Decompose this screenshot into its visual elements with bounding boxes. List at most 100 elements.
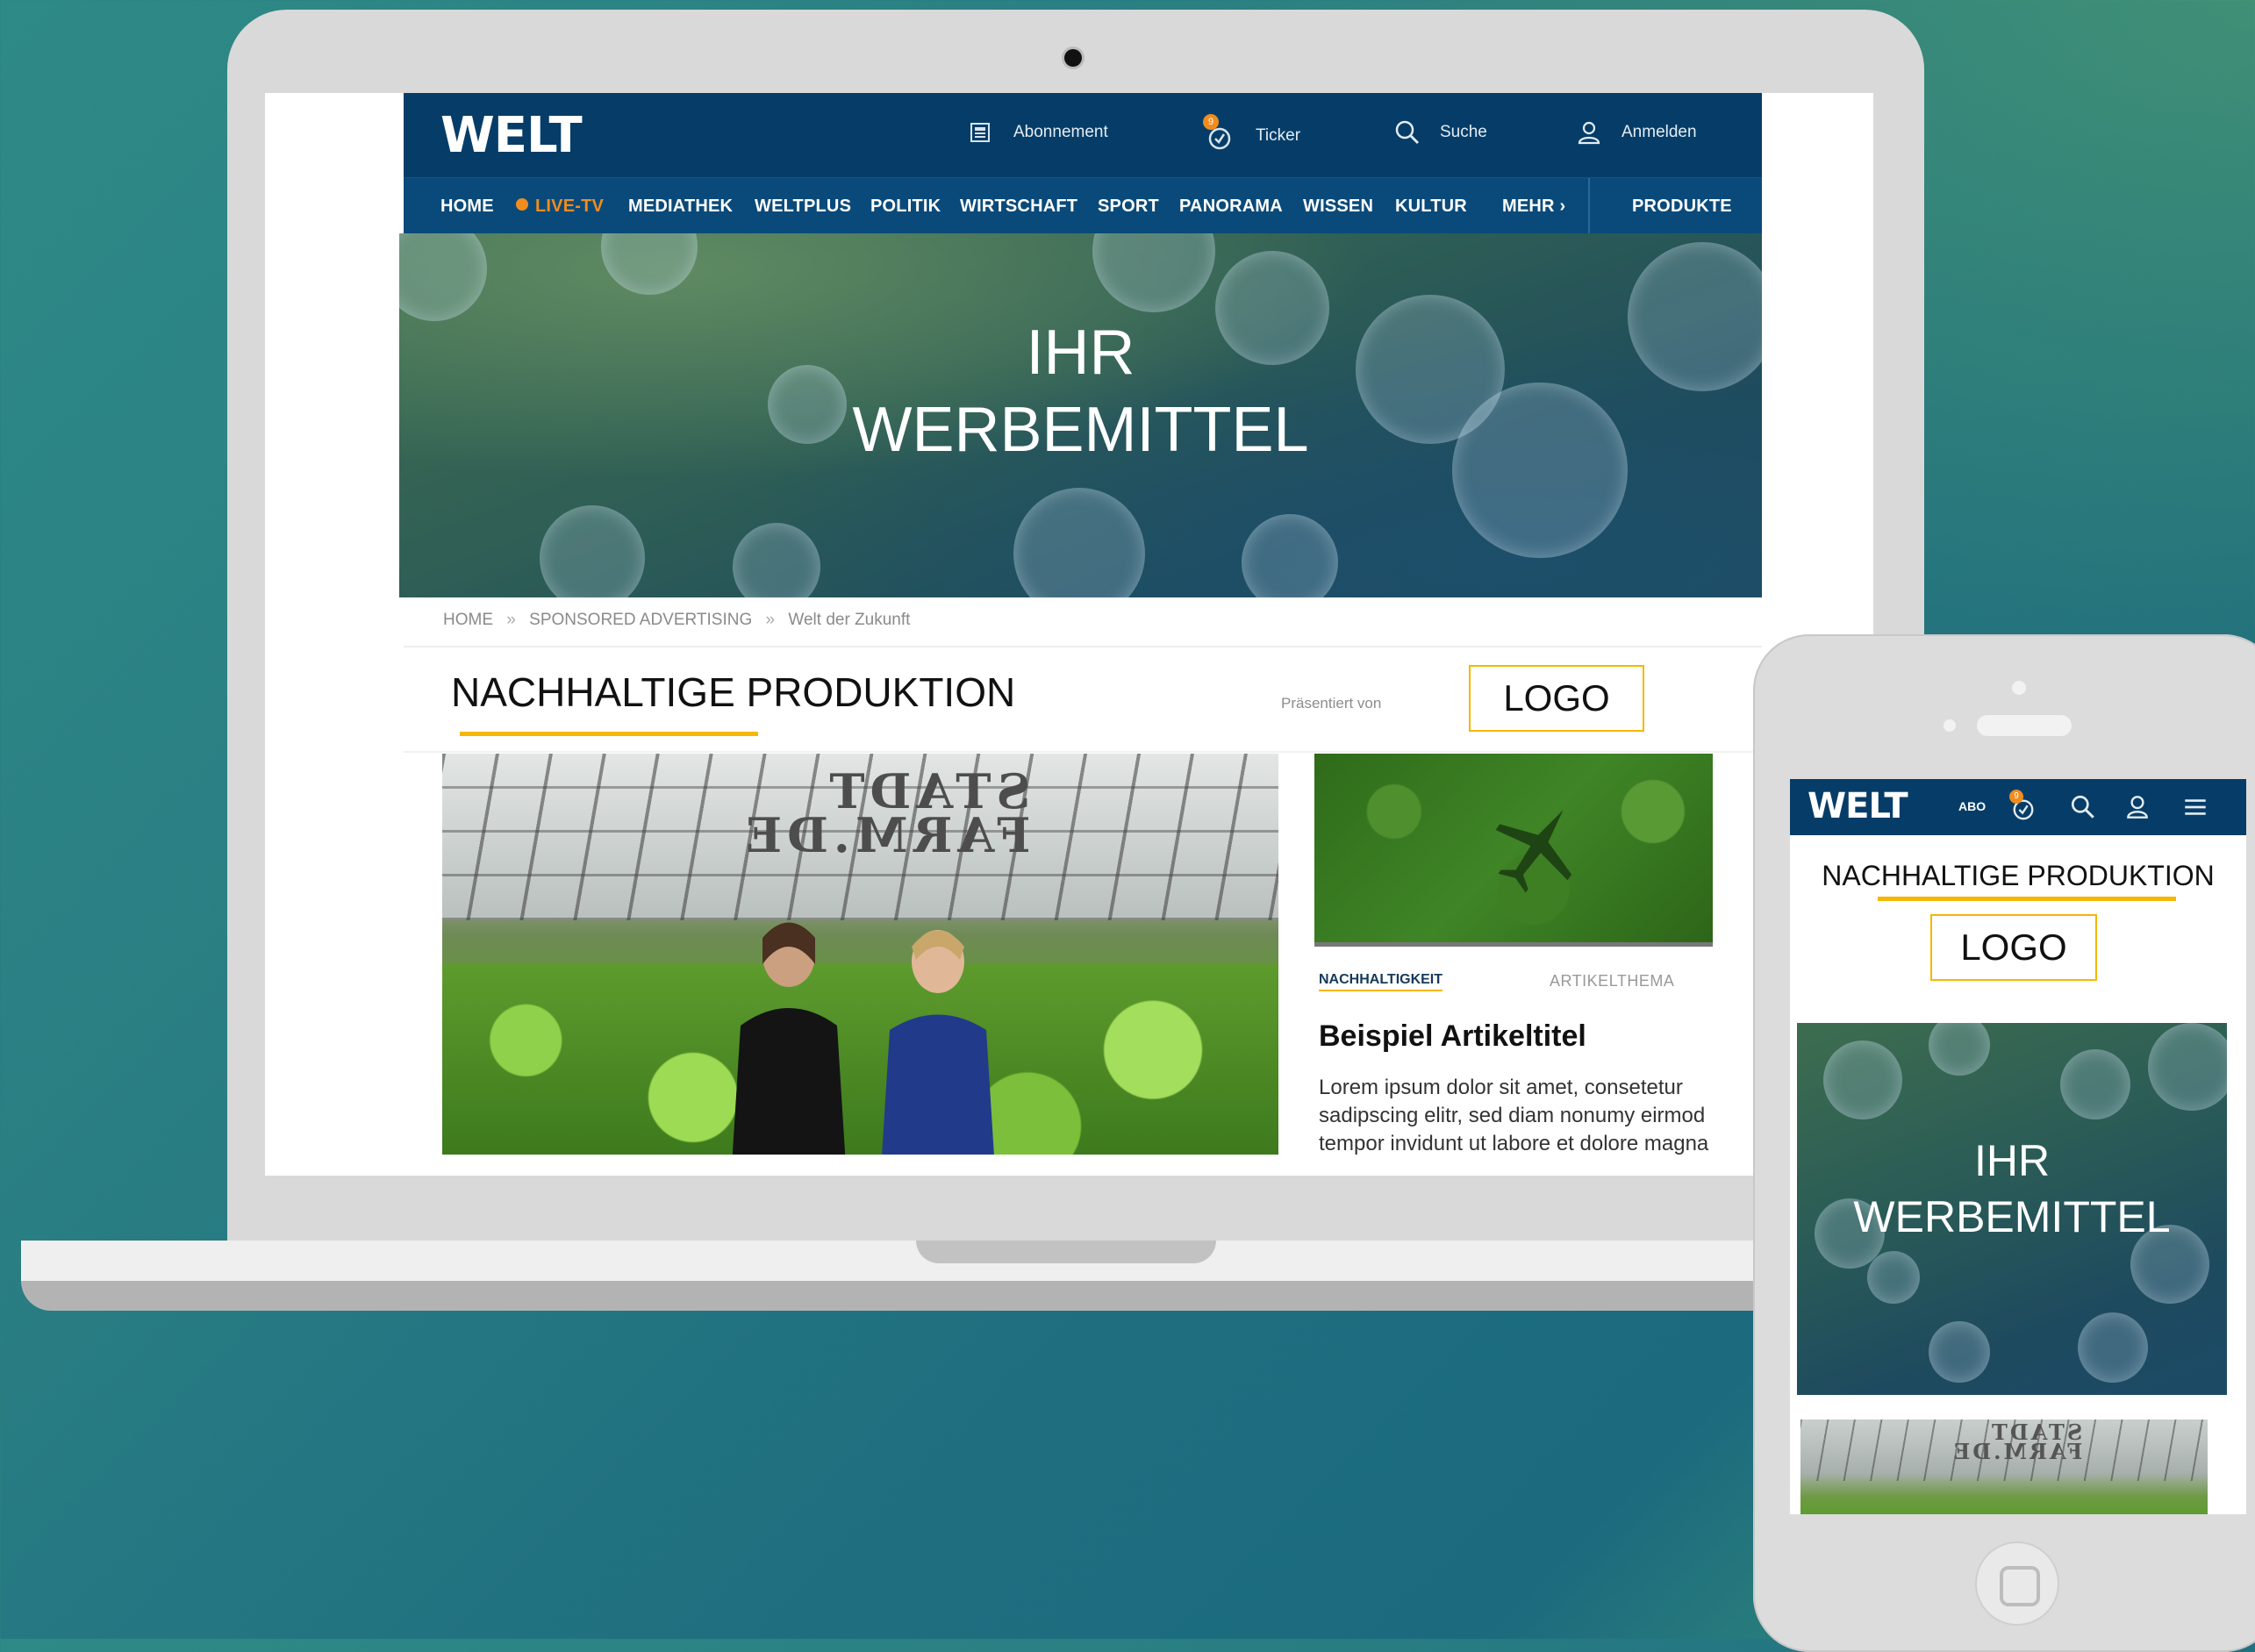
nav-sport[interactable]: SPORT (1098, 197, 1159, 217)
bokeh-circle (1092, 233, 1215, 312)
section-title: NACHHALTIGE PRODUKTION (451, 669, 1016, 715)
home-square-icon (2000, 1566, 2040, 1606)
user-icon[interactable] (2123, 793, 2151, 821)
lettuce-plants (442, 964, 1278, 1155)
menu-icon[interactable] (2181, 793, 2209, 821)
phone-sensor (2012, 681, 2026, 695)
bokeh-circle (601, 233, 698, 295)
nav-live-tv[interactable]: LIVE-TV (516, 197, 604, 217)
ticker-button-mobile[interactable]: 9 (2008, 790, 2039, 823)
hero-headline: IHR WERBEMITTEL (399, 314, 1762, 468)
ticker-badge-mobile: 9 (2009, 790, 2023, 804)
newspaper-icon (970, 123, 990, 142)
bokeh-circle (1823, 1041, 1902, 1119)
laptop-base-shadow (21, 1281, 1811, 1311)
presented-by-label: Präsentiert von (1281, 695, 1382, 712)
bokeh-circle (2078, 1312, 2148, 1383)
bokeh-circle (399, 233, 487, 321)
mobile-article-image[interactable]: STADT FARM.DE (1800, 1420, 2208, 1514)
phone-home-button[interactable] (1975, 1541, 2059, 1626)
mobile-section-underline (1878, 897, 2176, 901)
mobile-hero-banner[interactable]: IHR WERBEMITTEL (1797, 1023, 2227, 1395)
welt-logo[interactable]: WELT (440, 107, 583, 164)
nav-mediathek[interactable]: MEDIATHEK (628, 197, 733, 217)
hero-banner[interactable]: IHR WERBEMITTEL (399, 233, 1762, 597)
laptop-camera (1064, 49, 1082, 67)
main-article-image[interactable]: STADT FARM.DE (442, 754, 1278, 1155)
article-topic-label: ARTIKELTHEMA (1550, 972, 1675, 990)
nav-panorama[interactable]: PANORAMA (1179, 197, 1283, 217)
divider (404, 751, 1762, 753)
breadcrumb: HOME » SPONSORED ADVERTISING » Welt der … (443, 611, 910, 630)
divider (404, 646, 1762, 647)
search-icon[interactable] (2069, 793, 2097, 821)
mobile-section-title: NACHHALTIGE PRODUKTION (1822, 860, 2215, 891)
sponsor-logo-placeholder[interactable]: LOGO (1469, 665, 1644, 732)
welt-logo-mobile[interactable]: WELT (1808, 786, 1908, 826)
search-icon (1395, 120, 1419, 144)
anmelden-link[interactable]: Anmelden (1576, 119, 1697, 146)
laptop-screen: WELT Abonnement 9 Ticker Suche Anmelden … (265, 93, 1873, 1176)
bokeh-circle (2060, 1049, 2130, 1119)
bokeh-circle (2148, 1023, 2227, 1111)
bokeh-circle (733, 523, 820, 597)
nav-divider (1588, 178, 1590, 234)
chevron-right-icon: › (1559, 197, 1566, 216)
sign-line-2: FARM.DE (741, 807, 1031, 863)
article-category-tag[interactable]: NACHHALTIGKEIT (1319, 972, 1443, 991)
breadcrumb-sponsored[interactable]: SPONSORED ADVERTISING (529, 611, 752, 629)
nav-produkte[interactable]: PRODUKTE (1632, 197, 1732, 217)
nav-home[interactable]: HOME (440, 197, 494, 217)
phone-speaker (1977, 715, 2072, 736)
anmelden-label: Anmelden (1621, 123, 1697, 141)
abo-link[interactable]: ABO (1958, 799, 1986, 813)
stadtfarm-sign-mobile: STADT FARM.DE (1951, 1420, 2083, 1464)
phone-camera (1944, 719, 1956, 732)
ticker-icon-wrap: 9 (1203, 114, 1236, 153)
ticker-link[interactable]: 9 Ticker (1203, 114, 1301, 153)
user-icon (1578, 121, 1600, 145)
live-dot-icon (516, 198, 528, 211)
mobile-sponsor-logo-placeholder[interactable]: LOGO (1930, 914, 2097, 981)
nav-politik[interactable]: POLITIK (870, 197, 941, 217)
phone-screen: WELT ABO 9 NACHHALTIGE PRODUKTION LOGO I… (1790, 779, 2246, 1514)
side-article-image[interactable] (1314, 754, 1713, 947)
suche-label: Suche (1440, 123, 1487, 141)
desktop-site: WELT Abonnement 9 Ticker Suche Anmelden … (399, 93, 1762, 1155)
article-title[interactable]: Beispiel Artikeltitel (1319, 1019, 1586, 1054)
laptop-base (21, 1241, 1811, 1283)
abonnement-label: Abonnement (1013, 123, 1108, 141)
bokeh-circle (1013, 488, 1145, 597)
article-teaser: Lorem ipsum dolor sit amet, consetetur s… (1319, 1076, 1709, 1155)
phone-device: WELT ABO 9 NACHHALTIGE PRODUKTION LOGO I… (1753, 634, 2255, 1652)
desktop-topbar: WELT Abonnement 9 Ticker Suche Anmelden (404, 93, 1762, 177)
breadcrumb-separator: » (506, 611, 516, 629)
breadcrumb-separator: » (765, 611, 776, 629)
laptop-notch (916, 1241, 1216, 1263)
nav-mehr[interactable]: MEHR › (1502, 197, 1565, 217)
bokeh-circle (1867, 1251, 1920, 1304)
breadcrumb-home[interactable]: HOME (443, 611, 493, 629)
hero-line-2: WERBEMITTEL (852, 395, 1309, 465)
abonnement-link[interactable]: Abonnement (968, 119, 1108, 146)
bokeh-circle (1929, 1023, 1990, 1076)
ticker-label: Ticker (1256, 126, 1301, 145)
suche-link[interactable]: Suche (1394, 119, 1487, 146)
nav-live-tv-label: LIVE-TV (535, 197, 605, 216)
section-underline (460, 732, 758, 736)
desktop-nav: HOME LIVE-TV MEDIATHEK WELTPLUS POLITIK … (404, 177, 1762, 234)
bokeh-circle (1929, 1321, 1990, 1383)
mobile-topbar: WELT ABO 9 (1790, 779, 2246, 835)
stadtfarm-sign: STADT FARM.DE (741, 763, 1031, 863)
person-right (882, 930, 994, 1155)
nav-wissen[interactable]: WISSEN (1303, 197, 1373, 217)
mobile-hero-line-1: IHR (1973, 1136, 2051, 1185)
nav-kultur[interactable]: KULTUR (1395, 197, 1467, 217)
nav-weltplus[interactable]: WELTPLUS (755, 197, 851, 217)
bokeh-circle (1242, 514, 1338, 597)
mobile-hero-line-2: WERBEMITTEL (1853, 1192, 2171, 1241)
breadcrumb-current[interactable]: Welt der Zukunft (788, 611, 910, 629)
nav-wirtschaft[interactable]: WIRTSCHAFT (960, 197, 1077, 217)
sign-line-2: FARM.DE (1951, 1439, 2083, 1464)
mobile-hero-headline: IHR WERBEMITTEL (1797, 1133, 2227, 1245)
